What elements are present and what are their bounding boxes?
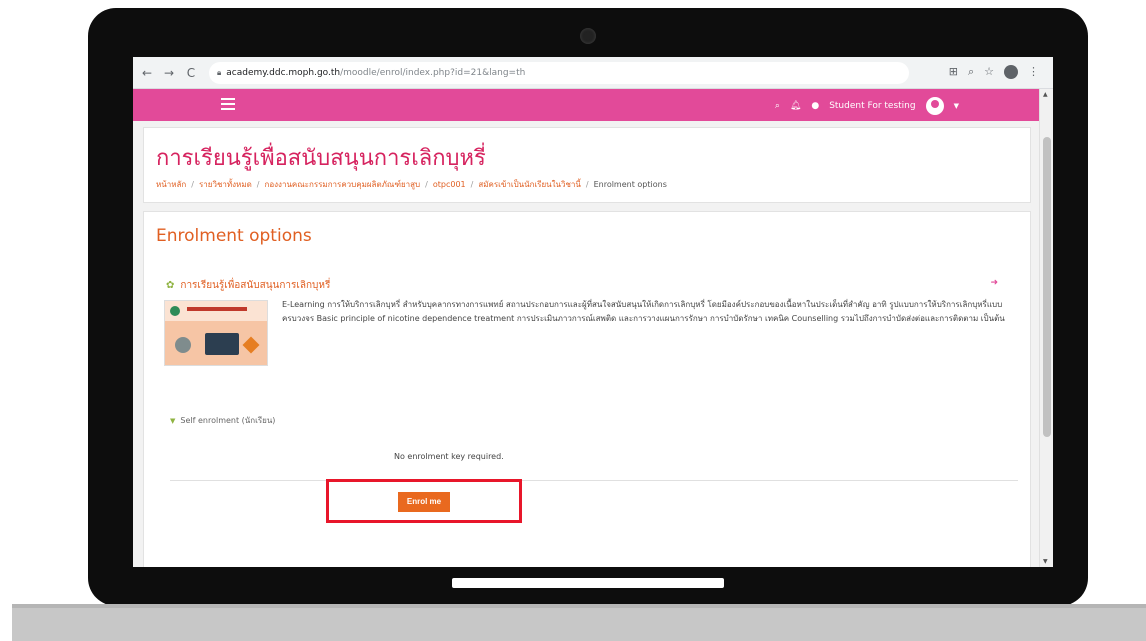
main-heading: Enrolment options (156, 226, 312, 246)
browser-toolbar: ← → C 🔒︎ academy.ddc.moph.go.th/moodle/e… (133, 57, 1053, 89)
hamburger-menu-icon[interactable] (221, 98, 235, 113)
chevron-down-icon[interactable]: ▼ (954, 102, 959, 110)
browser-menu-icon[interactable]: ⋮ (1028, 65, 1039, 79)
notification-bell-icon[interactable]: 🔔︎ (790, 101, 801, 111)
breadcrumb-enrol-self[interactable]: สมัครเข้าเป็นนักเรียนในวิชานี้ (478, 180, 581, 189)
lock-icon: 🔒︎ (217, 67, 222, 77)
screen-bezel-bar (452, 578, 724, 588)
scrollbar[interactable]: ▲ ▼ (1039, 89, 1053, 567)
webcam-icon (580, 28, 596, 44)
scroll-up-icon[interactable]: ▲ (1043, 91, 1048, 98)
user-name[interactable]: Student For testing (829, 101, 915, 111)
course-icon: ✿ (166, 280, 175, 291)
bookmark-star-icon[interactable]: ☆ (984, 65, 994, 79)
messages-icon[interactable]: ● (811, 101, 819, 111)
expand-triangle-icon: ▼ (170, 416, 176, 425)
course-thumbnail (164, 300, 268, 366)
page-body: การเรียนรู้เพื่อสนับสนุนการเลิกบุหรี่ หน… (133, 121, 1039, 567)
user-avatar[interactable] (925, 97, 944, 115)
course-name-link[interactable]: การเรียนรู้เพื่อสนับสนุนการเลิกบุหรี่ (180, 278, 330, 293)
site-navbar: ⌕ 🔔︎ ● Student For testing ▼ (133, 89, 1039, 121)
breadcrumb-course-code[interactable]: otpc001 (433, 180, 466, 189)
divider (170, 480, 1018, 481)
self-enrolment-label: Self enrolment (นักเรียน) (180, 416, 276, 425)
forward-arrow-icon[interactable]: → (161, 66, 177, 80)
course-title-row: ✿ การเรียนรู้เพื่อสนับสนุนการเลิกบุหรี่ (166, 278, 330, 293)
back-arrow-icon[interactable]: ← (139, 66, 155, 80)
scroll-thumb[interactable] (1043, 137, 1051, 437)
url-host: academy.ddc.moph.go.th (226, 67, 341, 78)
breadcrumb-home[interactable]: หน้าหลัก (156, 180, 186, 189)
laptop-base (12, 604, 1146, 641)
scroll-down-icon[interactable]: ▼ (1043, 558, 1048, 565)
url-path: /moodle/enrol/index.php?id=21&lang=th (340, 67, 526, 78)
translate-icon[interactable]: ⊞ (949, 65, 958, 79)
enter-course-icon[interactable]: ➜ (990, 278, 998, 288)
page-title: การเรียนรู้เพื่อสนับสนุนการเลิกบุหรี่ (156, 146, 486, 171)
page-header: การเรียนรู้เพื่อสนับสนุนการเลิกบุหรี่ หน… (143, 127, 1031, 203)
browser-actions: ⊞ ⌕ ☆ ⋮ (949, 65, 1039, 79)
browser-profile-icon[interactable] (1004, 65, 1018, 79)
laptop-base-edge (12, 604, 1146, 608)
breadcrumb-category[interactable]: กองงานคณะกรรมการควบคุมผลิตภัณฑ์ยาสูบ (264, 180, 420, 189)
breadcrumb-current: Enrolment options (593, 180, 667, 189)
breadcrumb-all-courses[interactable]: รายวิชาทั้งหมด (199, 180, 252, 189)
self-enrolment-toggle[interactable]: ▼ Self enrolment (นักเรียน) (170, 414, 275, 427)
breadcrumb: หน้าหลัก / รายวิชาทั้งหมด / กองงานคณะกรรมการ… (156, 180, 667, 189)
stage: ← → C 🔒︎ academy.ddc.moph.go.th/moodle/e… (0, 0, 1146, 641)
navbar-user-area: ⌕ 🔔︎ ● Student For testing ▼ (775, 97, 959, 115)
reload-icon[interactable]: C (183, 66, 199, 80)
address-bar[interactable]: 🔒︎ academy.ddc.moph.go.th/moodle/enrol/i… (209, 61, 909, 84)
zoom-icon[interactable]: ⌕ (968, 65, 974, 79)
search-icon[interactable]: ⌕ (775, 101, 780, 111)
course-summary: E-Learning การให้บริการเลิกบุหรี่ สำหรับ… (282, 300, 1005, 323)
laptop-screen: ← → C 🔒︎ academy.ddc.moph.go.th/moodle/e… (133, 57, 1053, 567)
no-key-message: No enrolment key required. (394, 452, 504, 461)
enrol-me-button[interactable]: Enrol me (398, 492, 450, 512)
enrolment-card: Enrolment options ✿ การเรียนรู้เพื่อสนับ… (143, 211, 1031, 567)
